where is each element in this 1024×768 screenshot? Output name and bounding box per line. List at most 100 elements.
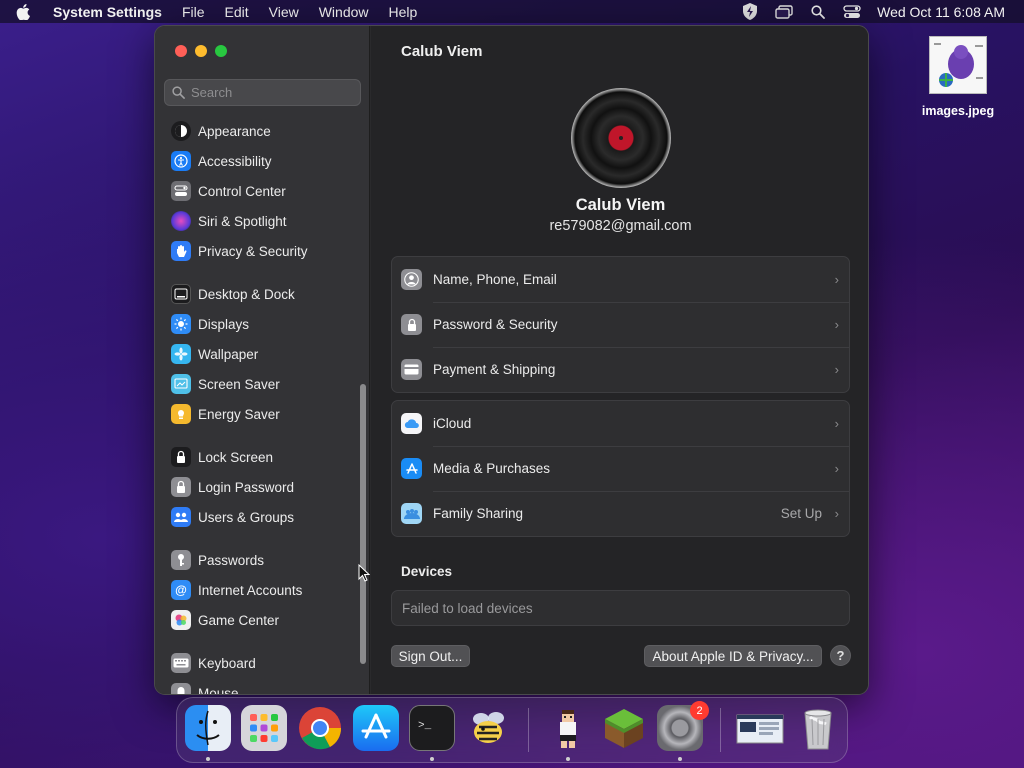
sidebar-item-label: Mouse [198,685,239,695]
sidebar-item-label: Users & Groups [198,509,295,525]
dock-trash-icon[interactable] [795,705,841,751]
sidebar-item-label: Login Password [198,479,295,495]
family-sharing-setup-link[interactable]: Set Up [781,506,822,521]
dock-icon [171,284,191,304]
file-thumbnail [929,36,987,94]
devices-status: Failed to load devices [391,590,850,626]
row-payment-shipping[interactable]: Payment & Shipping › [392,347,849,392]
sidebar-item-privacy-security[interactable]: Privacy & Security [171,238,308,264]
sidebar-item-appearance[interactable]: Appearance [171,118,271,144]
screen-mirroring-icon[interactable] [767,0,801,23]
help-button[interactable]: ? [830,645,851,666]
sidebar-item-label: Game Center [198,612,280,628]
row-media-purchases[interactable]: Media & Purchases › [392,446,849,491]
sidebar-item-lock-screen[interactable]: Lock Screen [171,444,273,470]
desktop-file-images-jpeg[interactable]: images.jpeg [918,36,998,118]
sidebar-item-users-groups[interactable]: Users & Groups [171,504,294,530]
profile-avatar[interactable] [571,88,671,188]
sidebar-item-game-center[interactable]: Game Center [171,607,279,633]
search-icon [172,86,185,99]
row-family-sharing[interactable]: Family Sharing Set Up › [392,491,849,536]
chevron-right-icon: › [834,506,839,521]
chevron-right-icon: › [834,272,839,287]
row-label: iCloud [433,416,472,431]
sidebar-scrollbar[interactable] [360,384,366,664]
search-input[interactable] [191,85,351,100]
sidebar-item-control-center[interactable]: Control Center [171,178,286,204]
hand-icon [171,241,191,261]
family-icon [401,503,422,524]
close-window-button[interactable] [175,45,187,57]
menu-help[interactable]: Help [379,4,428,20]
sidebar-item-keyboard[interactable]: Keyboard [171,650,256,676]
person-icon [401,269,422,290]
sidebar-item-screen-saver[interactable]: Screen Saver [171,371,280,397]
menubar-clock[interactable]: Wed Oct 11 6:08 AM [869,4,1024,20]
sidebar-search[interactable] [164,79,361,106]
chevron-right-icon: › [834,362,839,377]
dock-finder-icon[interactable] [185,705,231,751]
sidebar-item-label: Desktop & Dock [198,286,295,302]
menu-window[interactable]: Window [309,4,379,20]
dock-minecraft-icon[interactable] [601,705,647,751]
dock-window-preview-icon[interactable] [735,705,785,751]
dock-bee-app-icon[interactable] [465,705,511,751]
about-apple-id-privacy-button[interactable]: About Apple ID & Privacy... [644,645,822,667]
apple-menu-icon[interactable] [0,3,46,20]
row-label: Payment & Shipping [433,362,556,377]
sidebar-item-wallpaper[interactable]: Wallpaper [171,341,258,367]
mouse-icon [171,683,191,694]
services-group: iCloud › Media & Purchases › Family Shar… [391,400,850,537]
sidebar-item-label: Accessibility [198,153,272,169]
sidebar-item-internet-accounts[interactable]: @ Internet Accounts [171,577,302,603]
dock-running-indicator [430,757,434,761]
game-center-icon [171,610,191,630]
icloud-icon [401,413,422,434]
wallpaper-icon [171,344,191,364]
sidebar-item-siri-spotlight[interactable]: Siri & Spotlight [171,208,287,234]
row-icloud[interactable]: iCloud › [392,401,849,446]
sidebar-list: Appearance Accessibility Control Center … [155,118,360,695]
accessibility-icon [171,151,191,171]
sidebar-item-label: Internet Accounts [198,582,303,598]
dock-launchpad-icon[interactable] [241,705,287,751]
mouse-pointer-icon [358,563,371,587]
row-name-phone-email[interactable]: Name, Phone, Email › [392,257,849,302]
sidebar-item-energy-saver[interactable]: Energy Saver [171,401,280,427]
dock-chrome-icon[interactable] [297,705,343,751]
dock-running-indicator [678,757,682,761]
menu-bar: System Settings File Edit View Window He… [0,0,1024,23]
control-center-icon[interactable] [835,0,869,23]
page-title: Calub Viem [401,43,483,60]
row-password-security[interactable]: Password & Security › [392,302,849,347]
dock-character-app-icon[interactable] [545,705,591,751]
sidebar-item-accessibility[interactable]: Accessibility [171,148,272,174]
key-icon [171,550,191,570]
zoom-window-button[interactable] [215,45,227,57]
vpn-shield-icon[interactable] [733,0,767,23]
menu-app-name[interactable]: System Settings [46,4,172,20]
appearance-icon [171,121,191,141]
sidebar-item-label: Control Center [198,183,286,199]
sidebar-item-displays[interactable]: Displays [171,311,249,337]
dock-app-store-icon[interactable] [353,705,399,751]
spotlight-search-icon[interactable] [801,0,835,23]
menu-view[interactable]: View [259,4,309,20]
card-icon [401,359,422,380]
minimize-window-button[interactable] [195,45,207,57]
sign-out-button[interactable]: Sign Out... [391,645,470,667]
dock: >_ 2 [176,697,848,763]
lock-icon [401,314,422,335]
apple-id-pane: Calub Viem Calub Viem re579082@gmail.com… [371,26,868,694]
sidebar-item-passwords[interactable]: Passwords [171,547,264,573]
sidebar-item-label: Keyboard [198,655,256,671]
sidebar-item-mouse[interactable]: Mouse [171,680,239,695]
dock-system-settings-icon[interactable]: 2 [657,701,709,751]
notification-badge: 2 [690,701,709,720]
sidebar-item-desktop-dock[interactable]: Desktop & Dock [171,281,295,307]
dock-terminal-icon[interactable]: >_ [409,705,455,751]
displays-icon [171,314,191,334]
menu-file[interactable]: File [172,4,215,20]
sidebar-item-login-password[interactable]: Login Password [171,474,294,500]
menu-edit[interactable]: Edit [215,4,259,20]
